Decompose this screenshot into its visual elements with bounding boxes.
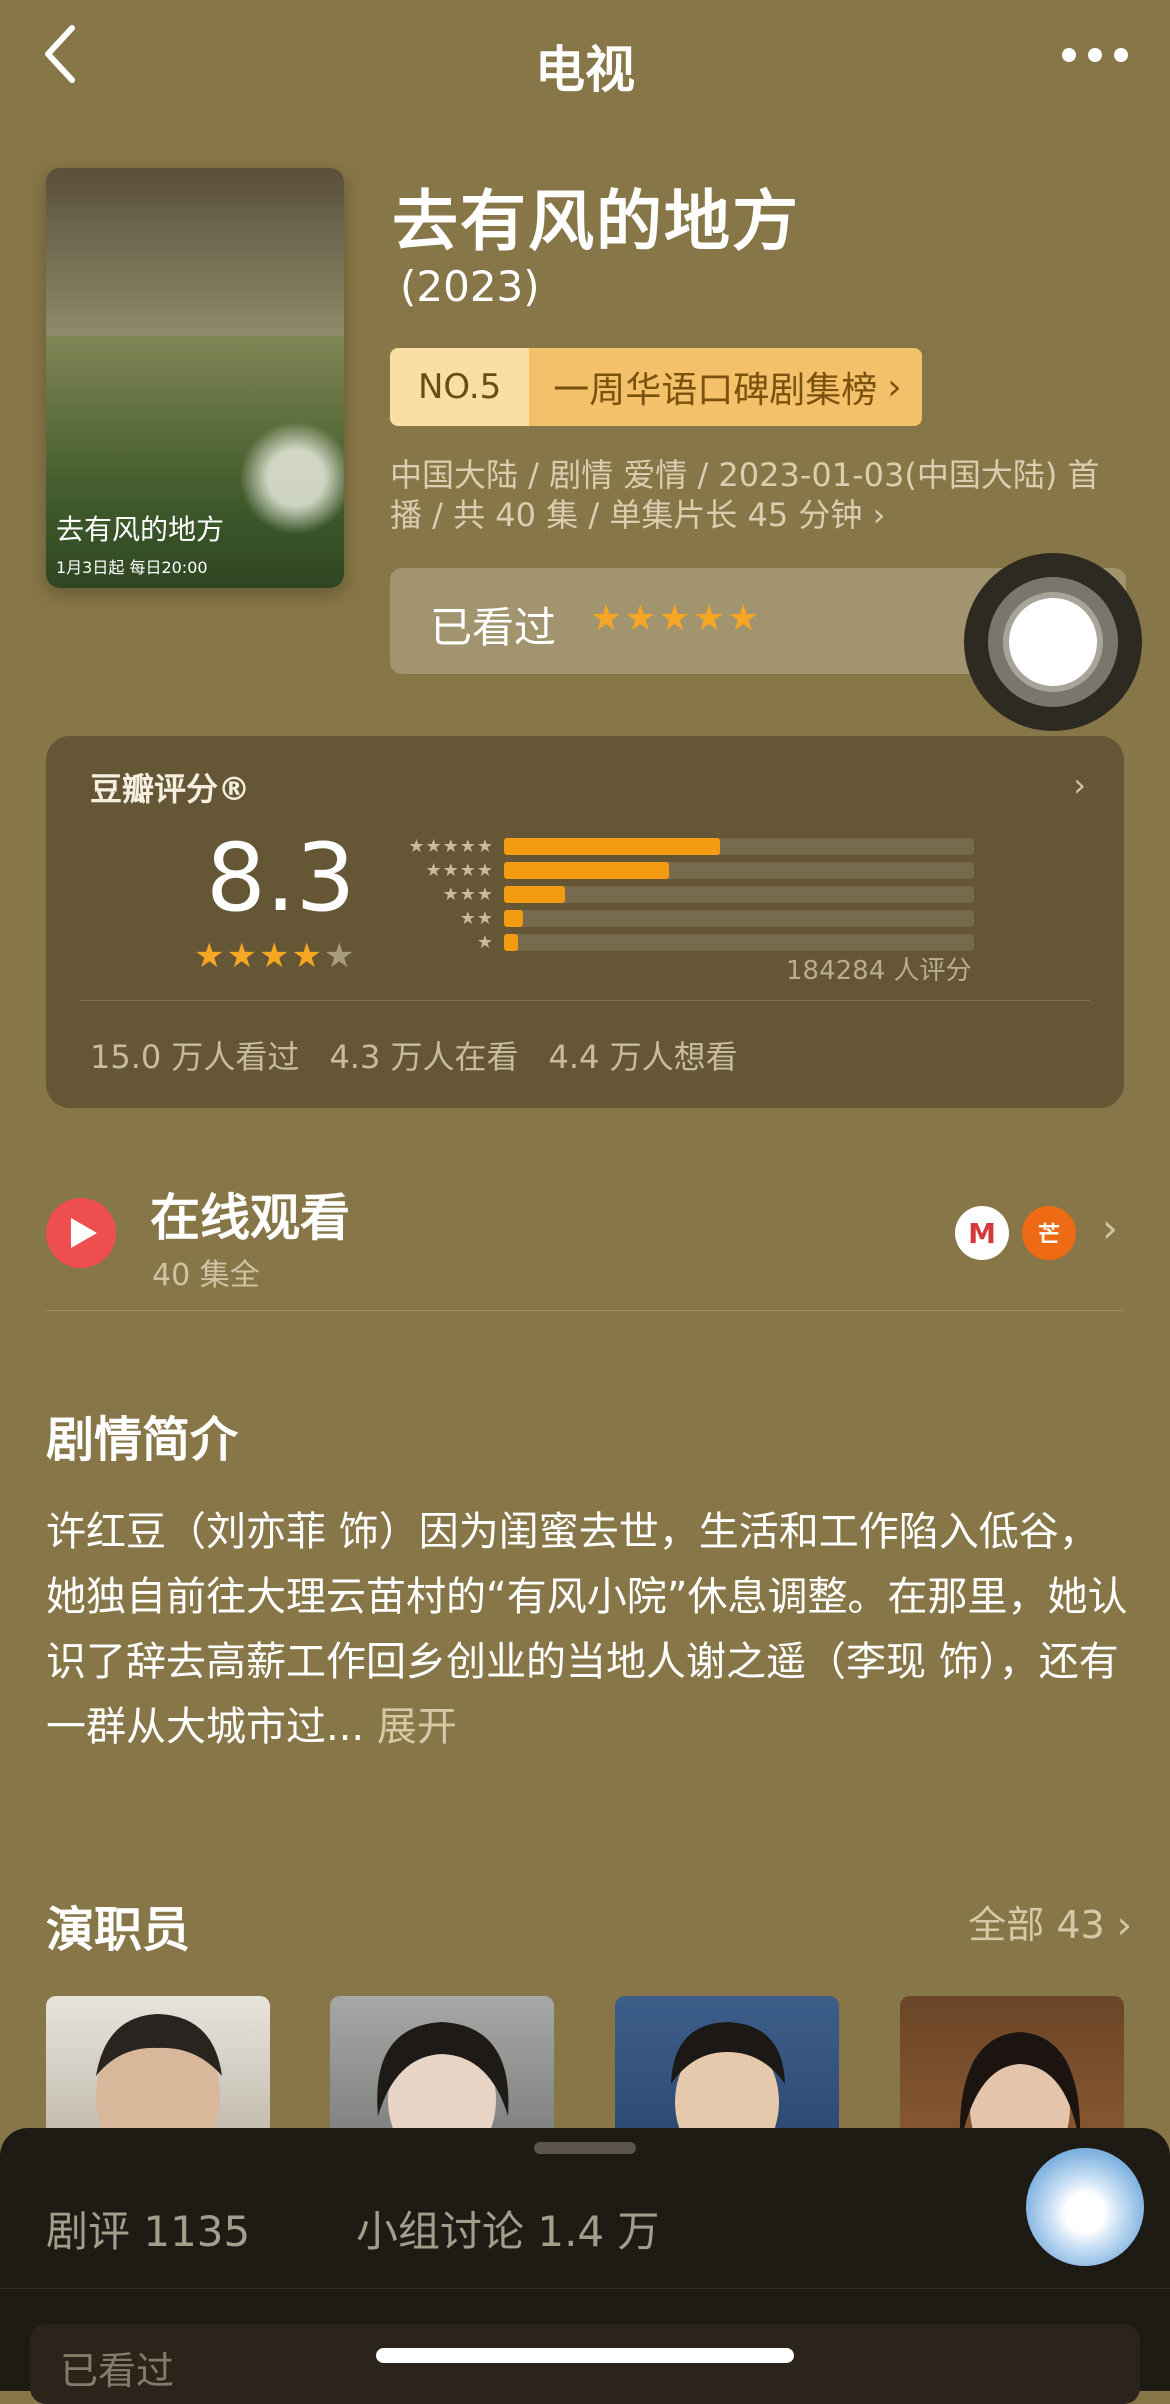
assistive-touch-icon (1009, 598, 1097, 686)
poster-subcaption: 1月3日起 每日20:00 (56, 558, 208, 577)
episode-info: 40 集全 (152, 1258, 260, 1293)
star-icon: ★ (291, 936, 324, 976)
rating-card[interactable]: 豆瓣评分® › 8.3 ★★★★★ ★★★★★ ★★★★ ★★★ ★★ ★ 184284… (46, 736, 1124, 1108)
bar-track (504, 837, 974, 855)
avatar[interactable] (1026, 2148, 1144, 2266)
rating-bar-row: ★★ (384, 906, 974, 930)
want-count: 4.4 万人想看 (548, 1038, 738, 1076)
rating-count: 184284 人评分 (786, 956, 972, 986)
online-watch-title[interactable]: 在线观看 (150, 1178, 350, 1250)
rating-bar-row: ★★★ (384, 882, 974, 906)
bar-track (504, 885, 974, 903)
review-card-peek[interactable]: 已看过 (30, 2324, 1140, 2404)
my-rating-stars: ★★★★★ (590, 598, 762, 639)
page-title: 电视 (535, 41, 635, 99)
assistive-touch-button[interactable] (964, 553, 1142, 731)
review-status: 已看过 (60, 2349, 175, 2393)
tab-group-discussion[interactable]: 小组讨论 1.4 万 (356, 2198, 660, 2259)
rating-score: 8.3 (206, 824, 356, 933)
bar-track (504, 909, 974, 927)
chevron-right-icon[interactable]: › (1102, 1206, 1118, 1252)
watched-count: 15.0 万人看过 (90, 1038, 300, 1076)
expand-link[interactable]: 展开 (364, 1704, 457, 1750)
poster-image[interactable]: 去有风的地方 1月3日起 每日20:00 (46, 168, 344, 588)
rating-bar-row: ★★★★ (384, 858, 974, 882)
bar-fill (504, 837, 721, 855)
show-meta[interactable]: 中国大陆 / 剧情 爱情 / 2023-01-03(中国大陆) 首 播 / 共 … (390, 455, 1130, 535)
synopsis-title: 剧情简介 (46, 1412, 239, 1468)
audience-stats: 15.0 万人看过 4.3 万人在看 4.4 万人想看 (90, 1032, 738, 1078)
home-indicator[interactable] (376, 2348, 794, 2363)
bar-track (504, 933, 974, 951)
star-icon: ★ (323, 936, 357, 976)
rating-title: 豆瓣评分® (90, 770, 251, 808)
more-dots-icon (1062, 48, 1076, 62)
rating-distribution: ★★★★★ ★★★★ ★★★ ★★ ★ (384, 834, 974, 954)
star-icon: ★ (258, 936, 292, 976)
watched-label: 已看过 (430, 603, 557, 652)
bar-stars-label: ★★★★★ (408, 835, 494, 857)
star-icon: ★ (226, 936, 259, 976)
divider (46, 1310, 1124, 1311)
show-title: 去有风的地方 (392, 183, 800, 260)
divider (80, 1000, 1090, 1001)
bar-fill (504, 933, 519, 951)
sheet-handle[interactable] (534, 2142, 636, 2154)
platform-logo-mango[interactable]: 芒 (1022, 1206, 1076, 1260)
bar-stars-label: ★★★ (442, 883, 494, 905)
rank-badge[interactable]: NO.5 一周华语口碑剧集榜 › (390, 348, 922, 426)
more-options-button[interactable] (1060, 40, 1130, 70)
bar-stars-label: ★★★★ (425, 859, 494, 881)
poster-caption: 去有风的地方 (56, 513, 225, 546)
show-year: (2023) (400, 262, 540, 311)
divider (0, 2288, 1170, 2289)
tab-reviews[interactable]: 剧评 1135 (46, 2198, 250, 2259)
play-icon[interactable] (46, 1198, 116, 1268)
rating-bar-row: ★★★★★ (384, 834, 974, 858)
watching-count: 4.3 万人在看 (329, 1038, 519, 1076)
synopsis-text: 许红豆（刘亦菲 饰）因为闺蜜去世，生活和工作陷入低谷，她独自前往大理云苗村的“有… (46, 1509, 1128, 1750)
bar-fill (504, 885, 566, 903)
bar-track (504, 861, 974, 879)
chevron-right-icon: › (1073, 766, 1086, 804)
rating-stars: ★★★★★ (194, 936, 356, 976)
chevron-right-icon: › (887, 366, 902, 408)
bar-fill (504, 861, 669, 879)
cast-title: 演职员 (46, 1902, 191, 1958)
bar-fill (504, 909, 523, 927)
rank-list-name: 一周华语口碑剧集榜 (553, 370, 878, 411)
bar-stars-label: ★★ (459, 907, 494, 929)
rank-number: NO.5 (390, 348, 530, 426)
chevron-right-icon: › (872, 496, 886, 534)
star-icon: ★ (194, 936, 227, 976)
platform-logo-migu[interactable]: M (955, 1206, 1009, 1260)
cast-all-link[interactable]: 全部 43 › (968, 1894, 1132, 1949)
bar-stars-label: ★ (476, 931, 494, 953)
